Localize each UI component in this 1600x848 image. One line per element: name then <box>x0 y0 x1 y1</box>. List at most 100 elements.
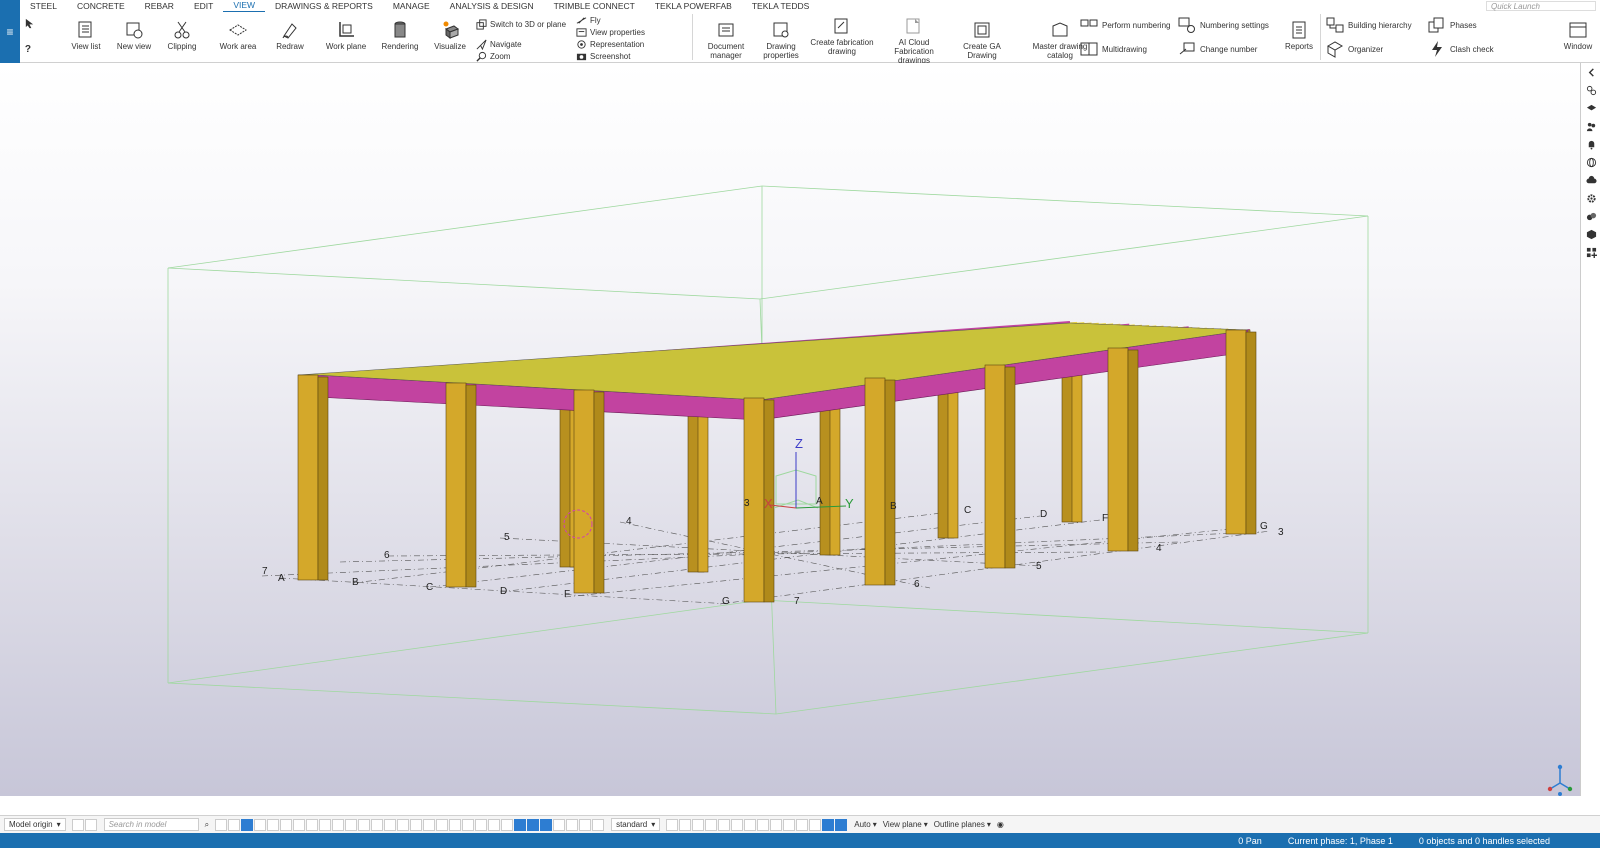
selection-switch-18[interactable] <box>436 818 449 831</box>
representation-button[interactable]: Representation <box>576 38 644 50</box>
selection-switch-2[interactable] <box>228 818 241 831</box>
snap-switch-13[interactable] <box>822 818 835 831</box>
collapse-panel-button[interactable] <box>1581 63 1600 81</box>
selection-switch-29[interactable] <box>579 818 592 831</box>
rendering-button[interactable]: Rendering <box>378 20 422 51</box>
tab-manage[interactable]: MANAGE <box>383 0 440 12</box>
users-button[interactable] <box>1581 117 1600 135</box>
notifications-button[interactable] <box>1581 135 1600 153</box>
model-origin-dropdown[interactable]: Model origin ▾ <box>4 818 66 831</box>
selection-switch-24[interactable] <box>514 818 527 831</box>
3d-model-viewport[interactable]: A B C D F G 7 6 5 4 3 A B C D F G 7 6 5 4 3 Z X Y <box>0 63 1580 796</box>
snap-switch-10[interactable] <box>783 818 796 831</box>
snap-switch-5[interactable] <box>718 818 731 831</box>
numbering-settings-button[interactable]: Numbering settings <box>1178 16 1269 34</box>
snap-switch-6[interactable] <box>731 818 744 831</box>
auto-dropdown[interactable]: Auto ▾ <box>854 820 876 829</box>
visualize-button[interactable]: Visualize <box>430 20 470 51</box>
status-phase[interactable]: Current phase: 1, Phase 1 <box>1288 836 1393 846</box>
new-view-button[interactable]: New view <box>114 20 154 51</box>
selection-switch-26[interactable] <box>540 818 553 831</box>
selection-switch-3[interactable] <box>241 818 254 831</box>
selection-switch-14[interactable] <box>384 818 397 831</box>
redraw-button[interactable]: Redraw <box>272 20 308 51</box>
selection-switch-4[interactable] <box>254 818 267 831</box>
selection-switch-22[interactable] <box>488 818 501 831</box>
document-manager-button[interactable]: Document manager <box>706 20 746 60</box>
create-fabrication-drawing-button[interactable]: Create fabrication drawing <box>810 16 874 56</box>
snap-switch-2[interactable] <box>679 818 692 831</box>
clash-check-button[interactable]: Clash check <box>1428 40 1494 58</box>
selection-switch-16[interactable] <box>410 818 423 831</box>
building-hierarchy-button[interactable]: Building hierarchy <box>1326 16 1412 34</box>
web-button[interactable] <box>1581 153 1600 171</box>
selection-switch-8[interactable] <box>306 818 319 831</box>
snap-switch-14[interactable] <box>835 818 848 831</box>
property-panel-button[interactable] <box>1581 81 1600 99</box>
quick-launch-input[interactable]: Quick Launch <box>1486 1 1596 11</box>
selection-switch-12[interactable] <box>358 818 371 831</box>
tab-rebar[interactable]: REBAR <box>135 0 184 12</box>
ai-cloud-fabrication-button[interactable]: AI Cloud Fabrication drawings <box>878 16 950 65</box>
tab-steel[interactable]: STEEL <box>20 0 67 12</box>
cloud-button[interactable] <box>1581 171 1600 189</box>
selection-switch-20[interactable] <box>462 818 475 831</box>
snap-switch-4[interactable] <box>705 818 718 831</box>
selection-switch-17[interactable] <box>423 818 436 831</box>
snap-switch-8[interactable] <box>757 818 770 831</box>
snap-switch-9[interactable] <box>770 818 783 831</box>
view-list-button[interactable]: View list <box>68 20 104 51</box>
snap-grid-button[interactable] <box>84 818 97 831</box>
snap-switch-12[interactable] <box>809 818 822 831</box>
tab-analysis-design[interactable]: ANALYSIS & DESIGN <box>440 0 544 12</box>
fly-button[interactable]: Fly <box>576 14 601 26</box>
organizer-button[interactable]: Organizer <box>1326 40 1383 58</box>
help-tool-button[interactable]: ? <box>24 42 38 54</box>
selection-switch-23[interactable] <box>501 818 514 831</box>
snap-switch-3[interactable] <box>692 818 705 831</box>
clipping-button[interactable]: Clipping <box>164 20 200 51</box>
selection-switch-6[interactable] <box>280 818 293 831</box>
reports-button[interactable]: Reports <box>1282 20 1316 51</box>
selection-switch-10[interactable] <box>332 818 345 831</box>
objects-button[interactable] <box>1581 225 1600 243</box>
zoom-button[interactable]: Zoom <box>476 50 510 62</box>
selection-switch-21[interactable] <box>475 818 488 831</box>
selection-switch-7[interactable] <box>293 818 306 831</box>
standard-dropdown[interactable]: standard ▾ <box>611 818 661 831</box>
drawing-properties-button[interactable]: Drawing properties <box>760 20 802 60</box>
selection-switch-1[interactable] <box>215 818 228 831</box>
search-model-input[interactable]: Search in model <box>103 818 199 831</box>
tab-edit[interactable]: EDIT <box>184 0 223 12</box>
selection-switch-5[interactable] <box>267 818 280 831</box>
selection-switch-28[interactable] <box>566 818 579 831</box>
tab-tekla-tedds[interactable]: TEKLA TEDDS <box>742 0 819 12</box>
selection-switch-11[interactable] <box>345 818 358 831</box>
perform-numbering-button[interactable]: Perform numbering <box>1080 16 1170 34</box>
main-menu-button[interactable]: ≡ <box>0 0 20 63</box>
orientation-gizmo-icon[interactable] <box>1546 763 1574 797</box>
selection-switch-19[interactable] <box>449 818 462 831</box>
selection-switch-27[interactable] <box>553 818 566 831</box>
tab-drawings-reports[interactable]: DRAWINGS & REPORTS <box>265 0 383 12</box>
applications-button[interactable] <box>1581 243 1600 261</box>
view-properties-button[interactable]: View properties <box>576 26 645 38</box>
navigate-button[interactable]: Navigate <box>476 38 522 50</box>
screenshot-button[interactable]: Screenshot <box>576 50 630 62</box>
search-icon[interactable]: ⌕ <box>205 820 209 830</box>
window-button[interactable]: Window <box>1560 20 1596 51</box>
tab-tekla-powerfab[interactable]: TEKLA POWERFAB <box>645 0 742 12</box>
selection-switch-9[interactable] <box>319 818 332 831</box>
selection-switch-25[interactable] <box>527 818 540 831</box>
snap-switch-11[interactable] <box>796 818 809 831</box>
selection-switch-13[interactable] <box>371 818 384 831</box>
tab-concrete[interactable]: CONCRETE <box>67 0 135 12</box>
selection-switch-30[interactable] <box>592 818 605 831</box>
model-canvas[interactable]: A B C D F G 7 6 5 4 3 A B C D F G 7 6 5 4 3 Z X Y <box>0 63 1580 796</box>
snap-switch-7[interactable] <box>744 818 757 831</box>
snap-switch-1[interactable] <box>666 818 679 831</box>
work-plane-button[interactable]: Work plane <box>324 20 368 51</box>
select-tool-button[interactable] <box>24 17 38 29</box>
eye-icon[interactable]: ◉ <box>997 820 1004 829</box>
multidrawing-button[interactable]: Multidrawing <box>1080 40 1147 58</box>
